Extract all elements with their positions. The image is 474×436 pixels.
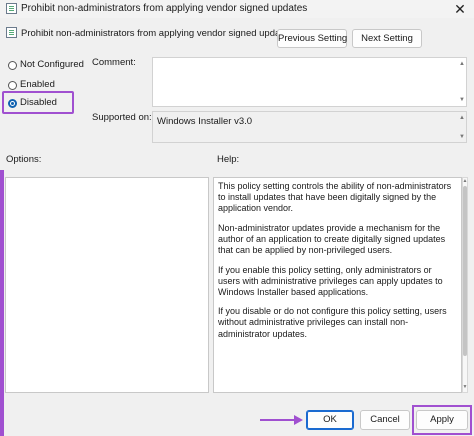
- disabled-highlight-box: [2, 91, 74, 114]
- arrow-icon: [260, 415, 303, 425]
- help-paragraph: Non-administrator updates provide a mech…: [218, 222, 446, 255]
- scroll-down-icon[interactable]: ▼: [459, 96, 467, 104]
- window-title: Prohibit non-administrators from applyin…: [21, 3, 308, 14]
- radio-label: Enabled: [20, 79, 55, 90]
- policy-window-icon: [6, 3, 17, 14]
- policy-icon: [6, 27, 17, 38]
- scroll-down-icon[interactable]: ▼: [461, 384, 469, 391]
- radio-button[interactable]: [8, 61, 17, 70]
- cancel-button[interactable]: Cancel: [360, 410, 410, 430]
- options-label: Options:: [6, 154, 42, 165]
- help-scroll-thumb[interactable]: [463, 186, 467, 356]
- ok-button[interactable]: OK: [306, 410, 354, 430]
- apply-button[interactable]: Apply: [416, 410, 468, 430]
- scroll-up-icon[interactable]: ▲: [459, 114, 467, 122]
- radio-label: Not Configured: [20, 59, 84, 70]
- close-icon[interactable]: ✕: [448, 1, 472, 17]
- radio-button[interactable]: [8, 81, 17, 90]
- comment-label: Comment:: [92, 57, 136, 68]
- help-label: Help:: [217, 154, 240, 165]
- options-panel: [5, 177, 209, 393]
- scroll-up-icon[interactable]: ▲: [459, 60, 467, 68]
- previous-setting-button[interactable]: Previous Setting: [277, 29, 347, 48]
- help-text: This policy setting controls the ability…: [218, 181, 452, 348]
- help-paragraph: If you disable or do not configure this …: [218, 306, 447, 339]
- left-accent-bar: [0, 170, 4, 436]
- next-setting-button[interactable]: Next Setting: [352, 29, 422, 48]
- scroll-up-icon[interactable]: ▲: [461, 178, 469, 185]
- supported-on-label: Supported on:: [92, 112, 152, 123]
- help-paragraph: This policy setting controls the ability…: [218, 181, 452, 214]
- supported-on-value: Windows Installer v3.0: [157, 116, 253, 127]
- scroll-down-icon[interactable]: ▼: [459, 133, 467, 141]
- comment-input[interactable]: [152, 57, 467, 107]
- help-paragraph: If you enable this policy setting, only …: [218, 264, 443, 297]
- policy-title: Prohibit non-administrators from applyin…: [21, 28, 293, 39]
